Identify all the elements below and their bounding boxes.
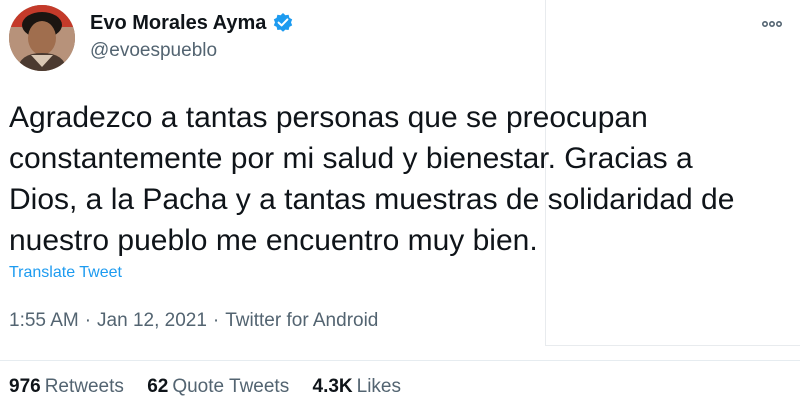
- stat-count: 62: [147, 376, 169, 397]
- stat-count: 4.3K: [312, 376, 353, 397]
- quote-tweets-stat[interactable]: 62 Quote Tweets: [147, 375, 289, 399]
- translate-tweet-link[interactable]: Translate Tweet: [9, 263, 122, 283]
- author-name[interactable]: Evo Morales Ayma: [90, 11, 266, 35]
- tweet-card: Evo Morales Ayma @evoespueblo Agradezco …: [0, 0, 800, 416]
- engagement-stats: 976 Retweets 62 Quote Tweets 4.3K Likes: [9, 375, 419, 399]
- stat-count: 976: [9, 376, 41, 397]
- meta-separator: ·: [84, 310, 92, 331]
- stat-label: Quote Tweets: [172, 376, 290, 397]
- retweets-stat[interactable]: 976 Retweets: [9, 375, 124, 399]
- stat-label: Likes: [356, 376, 401, 397]
- author-handle[interactable]: @evoespueblo: [90, 39, 217, 63]
- verified-badge-icon: [273, 13, 293, 32]
- likes-stat[interactable]: 4.3K Likes: [313, 375, 402, 399]
- stats-divider: [0, 360, 800, 361]
- avatar-image: [9, 5, 75, 71]
- author-avatar[interactable]: [9, 5, 75, 71]
- tweet-time[interactable]: 1:55 AM: [9, 310, 79, 331]
- stat-label: Retweets: [44, 376, 124, 397]
- tweet-text: Agradezco a tantas personas que se preoc…: [9, 101, 735, 257]
- tweet-source[interactable]: Twitter for Android: [225, 310, 378, 331]
- tweet-metadata: 1:55 AM · Jan 12, 2021 · Twitter for Android: [9, 309, 378, 333]
- ellipsis-icon[interactable]: [758, 10, 786, 38]
- meta-separator: ·: [212, 310, 220, 331]
- tweet-date[interactable]: Jan 12, 2021: [97, 310, 207, 331]
- panel-divider-horizontal: [545, 345, 800, 346]
